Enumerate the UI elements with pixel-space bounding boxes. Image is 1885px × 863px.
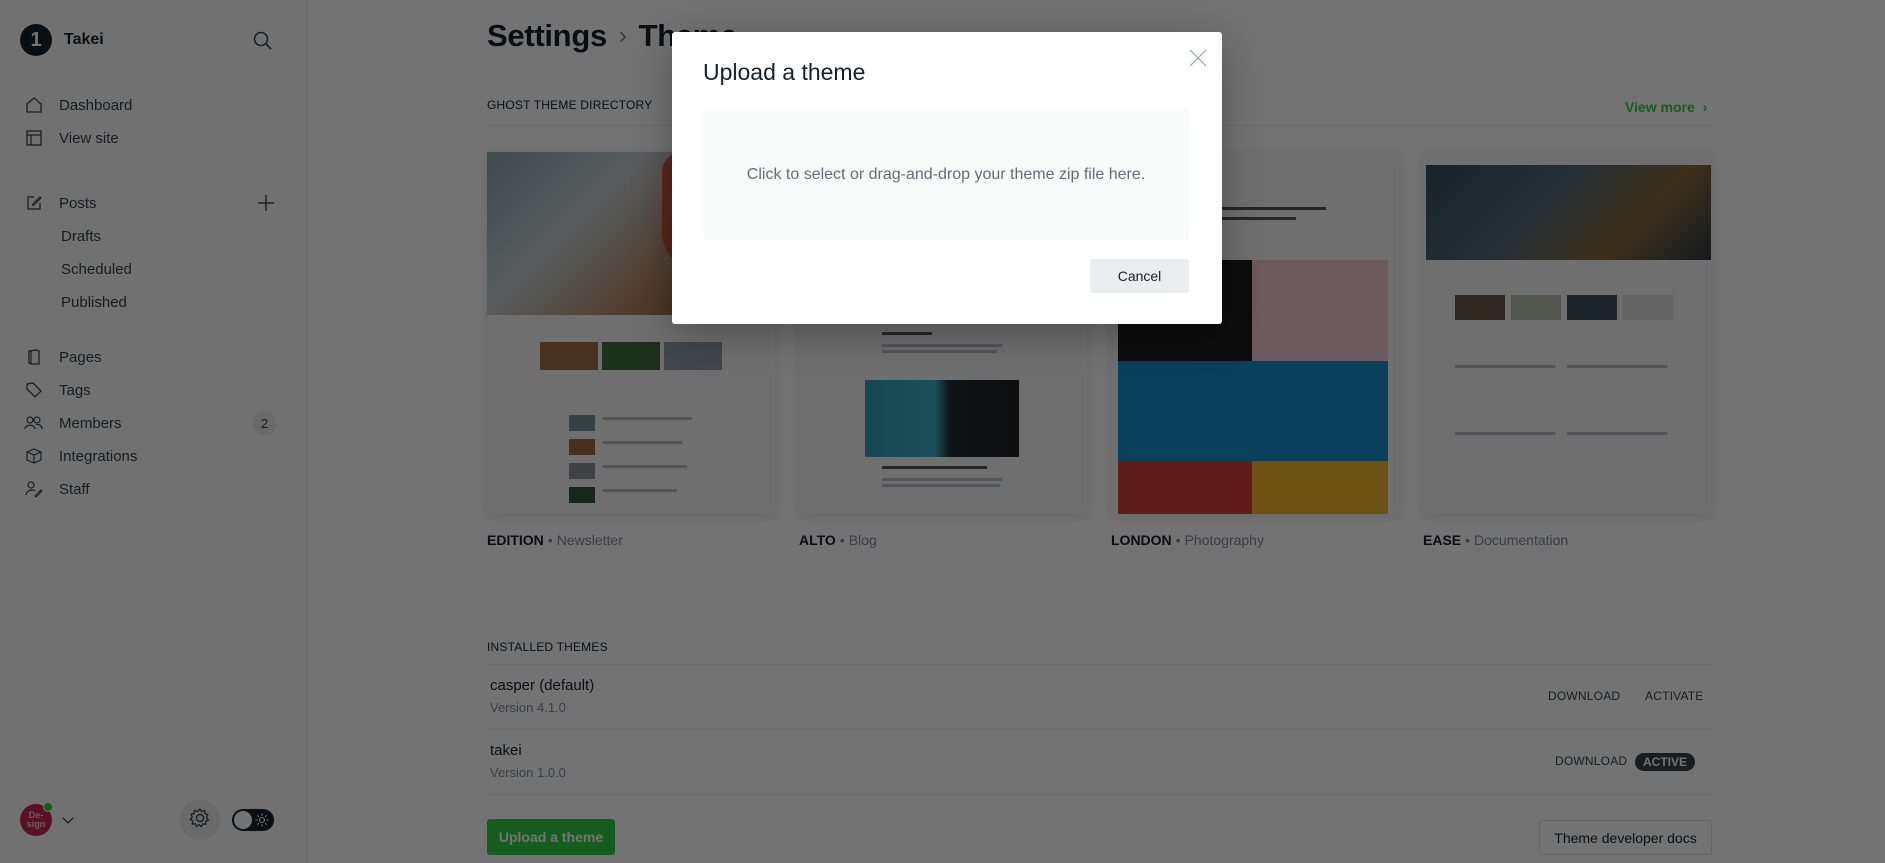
modal-title: Upload a theme xyxy=(703,59,866,85)
dropzone-text: Click to select or drag-and-drop your th… xyxy=(746,165,1146,183)
close-icon[interactable] xyxy=(1188,48,1208,68)
cancel-button[interactable]: Cancel xyxy=(1090,259,1189,293)
file-dropzone[interactable]: Click to select or drag-and-drop your th… xyxy=(703,109,1189,240)
upload-theme-modal: Upload a theme Click to select or drag-a… xyxy=(672,32,1222,324)
